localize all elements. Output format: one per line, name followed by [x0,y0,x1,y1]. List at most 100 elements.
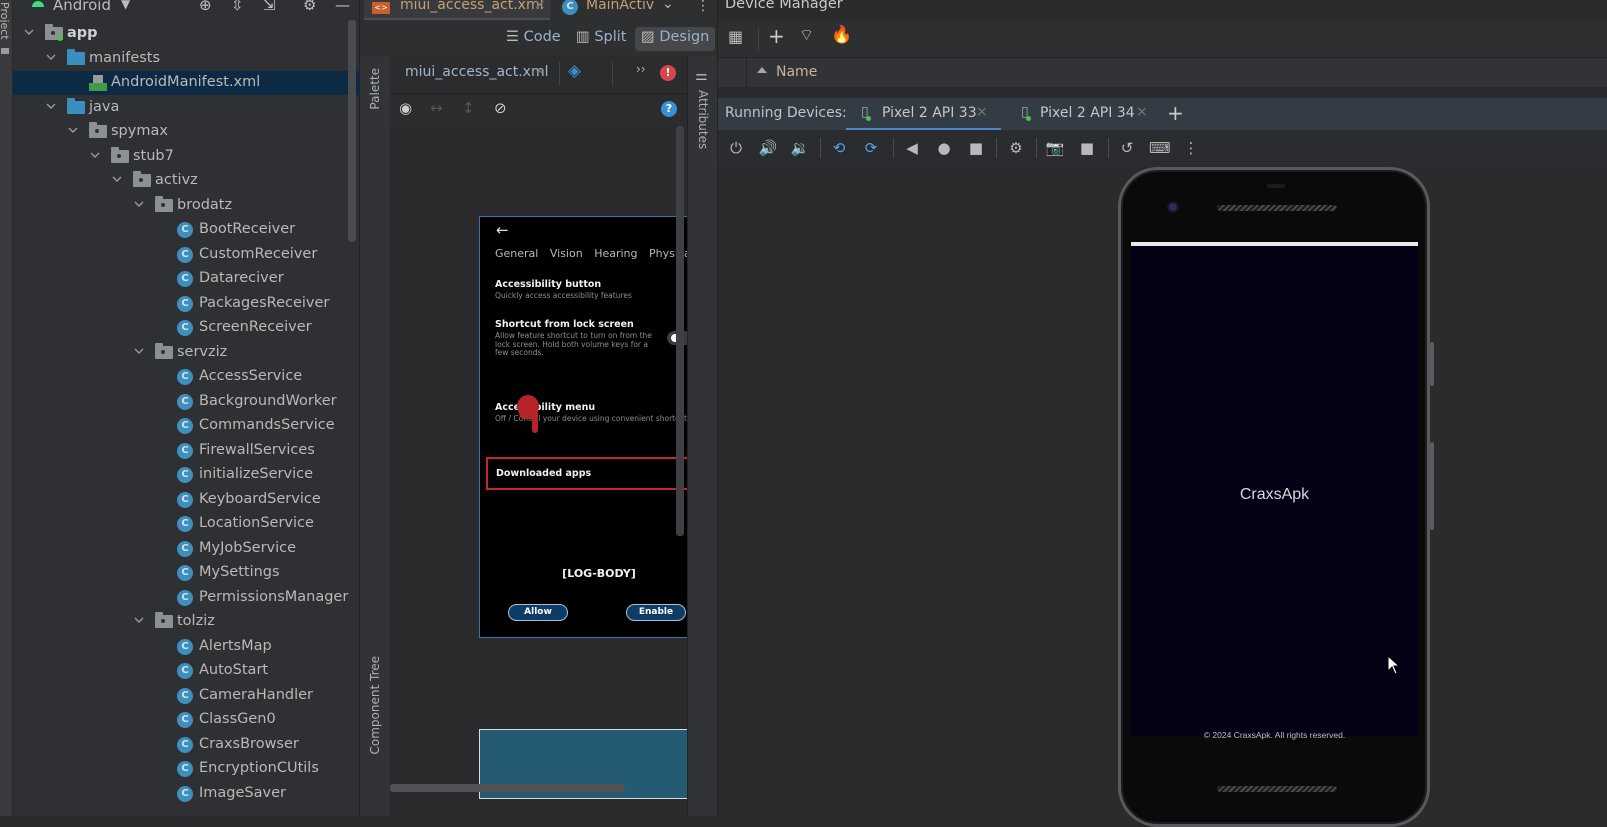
chevron-down-icon[interactable] [45,51,57,63]
magnet-icon[interactable]: ⊘ [494,99,507,117]
power-button[interactable] [1430,342,1434,386]
chevron-down-icon[interactable]: ▼ [121,0,130,11]
tree-item-firewallservices[interactable]: C FirewallServices [13,439,359,463]
layers-icon[interactable]: ◈ [568,61,581,81]
wifi-pair-icon[interactable]: ⌔ [799,25,814,45]
tree-item-app[interactable]: app [13,22,359,46]
overflow-icon[interactable]: ›› [636,62,646,76]
chevron-down-icon[interactable] [133,198,145,210]
chevron-down-icon[interactable] [45,100,57,112]
tab-list-chevron-icon[interactable]: ⌄ [662,0,674,12]
tree-item-permissionsmanager[interactable]: C PermissionsManager [13,586,359,610]
layout-file-selector[interactable]: miui_access_act.xml [405,64,549,80]
chevron-down-icon[interactable] [133,614,145,626]
tree-item-classgen0[interactable]: C ClassGen0 [13,708,359,732]
palette-button[interactable]: Palette [368,68,382,110]
tree-item-tolziz[interactable]: tolziz [13,610,359,634]
project-view-selector[interactable]: Android [53,0,111,14]
volume-up-icon[interactable]: 🔊 [758,138,778,158]
more-icon[interactable]: ⋮ [696,0,710,14]
tab-miui-access-act[interactable]: <> miui_access_act.xml × [364,0,550,20]
tree-item-myjobservice[interactable]: C MyJobService [13,537,359,561]
tree-item-locationservice[interactable]: C LocationService [13,512,359,536]
tree-item-activz[interactable]: activz [13,169,359,193]
structure-icon[interactable] [1,48,9,54]
mode-design-button[interactable]: ▨ Design [635,27,716,51]
volume-down-icon[interactable]: 🔉 [790,138,810,158]
close-icon[interactable]: × [1136,104,1148,120]
tree-item-autostart[interactable]: C AutoStart [13,659,359,683]
tree-item-brodatz[interactable]: brodatz [13,194,359,218]
sort-ascending-icon[interactable] [757,67,767,73]
tree-item-encryptioncutils[interactable]: C EncryptionCUtils [13,757,359,781]
snapshot-icon[interactable]: ↺ [1117,138,1137,158]
component-tree-button[interactable]: Component Tree [368,656,382,754]
chevron-down-icon[interactable] [133,345,145,357]
tree-item-commandsservice[interactable]: C CommandsService [13,414,359,438]
error-icon[interactable]: ! [660,65,676,81]
eye-icon[interactable]: ◉ [399,99,412,117]
rotate-left-icon[interactable]: ⟲ [829,138,849,158]
tree-item-initializeservice[interactable]: CinitializeService [13,463,359,487]
tree-item-screenreceiver[interactable]: C ScreenReceiver [13,316,359,340]
close-icon[interactable]: × [976,104,988,120]
device-settings-icon[interactable]: ⚙ [1006,138,1026,158]
add-device-icon[interactable]: + [768,24,785,48]
screen-record-icon[interactable]: ■ [1077,138,1097,158]
tree-item-bootreceiver[interactable]: C BootReceiver [13,218,359,242]
tab-main-activity[interactable]: C MainActiv [556,0,666,20]
canvas-vertical-scrollbar[interactable] [676,126,684,536]
grid-icon[interactable]: ▦ [728,27,743,46]
tree-item-androidmanifest-xml[interactable]: AndroidManifest.xml [13,71,359,95]
mode-code-button[interactable]: ☰ Code [500,27,567,51]
tree-item-keyboardservice[interactable]: C KeyboardService [13,488,359,512]
device-tab-pixel-2-api-33[interactable]: ▯ Pixel 2 API 33 × [846,98,1001,130]
overview-icon[interactable]: ■ [966,138,986,158]
project-scrollbar[interactable] [348,20,356,242]
tree-item-datareciver[interactable]: C Datareciver [13,267,359,291]
power-icon[interactable]: ⏻ [726,138,746,158]
chevron-down-icon[interactable] [89,149,101,161]
mode-split-button[interactable]: ▥ Split [570,27,632,51]
tree-item-alertsmap[interactable]: C AlertsMap [13,635,359,659]
tree-item-camerahandler[interactable]: C CameraHandler [13,684,359,708]
emulator-screen[interactable]: CraxsApk © 2024 CraxsApk. All rights res… [1131,242,1418,740]
volume-rocker[interactable] [1430,442,1434,530]
more-icon[interactable]: ⋮ [1181,138,1201,158]
add-device-tab-icon[interactable]: + [1167,101,1184,125]
tree-item-servziz[interactable]: servziz [13,341,359,365]
rotate-right-icon[interactable]: ⟳ [861,138,881,158]
chevron-down-icon[interactable] [67,124,79,136]
tree-item-accessservice[interactable]: C AccessService [13,365,359,389]
tree-item-packagesreceiver[interactable]: C PackagesReceiver [13,292,359,316]
home-icon[interactable]: ● [934,138,954,158]
locate-icon[interactable]: ⊕ [199,0,212,14]
help-icon[interactable]: ? [661,101,677,117]
gear-icon[interactable]: ⚙ [303,0,316,14]
tree-item-java[interactable]: java [13,96,359,120]
column-header-name[interactable]: Name [776,64,817,80]
tree-item-backgroundworker[interactable]: C BackgroundWorker [13,390,359,414]
expand-all-icon[interactable]: ⇳ [231,0,244,14]
hide-icon[interactable]: — [335,0,350,14]
chevron-down-icon[interactable] [111,173,123,185]
tree-item-mysettings[interactable]: C MySettings [13,561,359,585]
tree-item-stub7[interactable]: stub7 [13,145,359,169]
back-icon[interactable]: ◀ [902,138,922,158]
tree-item-spymax[interactable]: spymax [13,120,359,144]
firebase-icon[interactable]: 🔥 [831,25,852,45]
attributes-button[interactable]: Attributes [696,90,710,149]
chevron-down-icon[interactable]: ⌄ [536,62,547,77]
tree-item-manifests[interactable]: manifests [13,47,359,71]
tree-item-craxsbrowser[interactable]: C CraxsBrowser [13,733,359,757]
tree-item-customreceiver[interactable]: C CustomReceiver [13,243,359,267]
keyboard-icon[interactable]: ⌨ [1149,138,1171,158]
tree-item-imagesaver[interactable]: C ImageSaver [13,782,359,806]
project-tool-window-button[interactable]: Project [0,2,11,40]
screenshot-icon[interactable]: 📷 [1045,138,1065,158]
canvas-horizontal-scrollbar[interactable] [390,784,625,792]
close-icon[interactable]: × [534,0,546,13]
collapse-all-icon[interactable]: ⇲ [263,0,276,14]
device-tab-pixel-2-api-34[interactable]: ▯ Pixel 2 API 34 × [1008,98,1153,130]
chevron-down-icon[interactable] [23,26,35,38]
